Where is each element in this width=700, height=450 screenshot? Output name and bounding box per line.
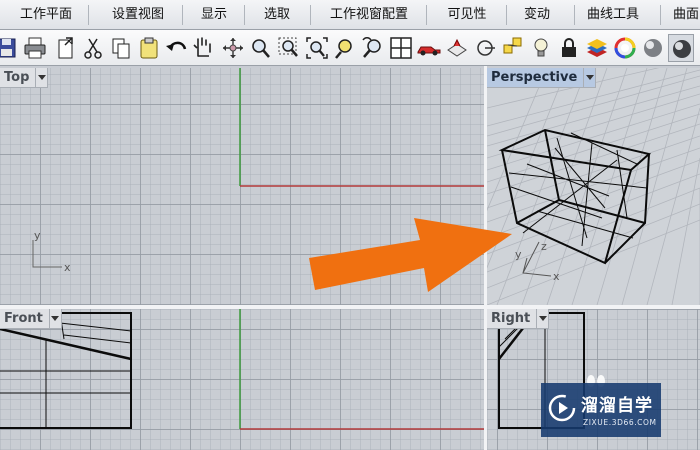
watermark-badge: 溜溜自学 ZIXUE.3D66.COM (541, 383, 661, 437)
watermark-name: 溜溜自学 (581, 396, 653, 416)
watermark-url: ZIXUE.3D66.COM (583, 418, 657, 427)
watermark-logo-icon (548, 394, 576, 422)
orange-arrow-icon (309, 218, 512, 292)
